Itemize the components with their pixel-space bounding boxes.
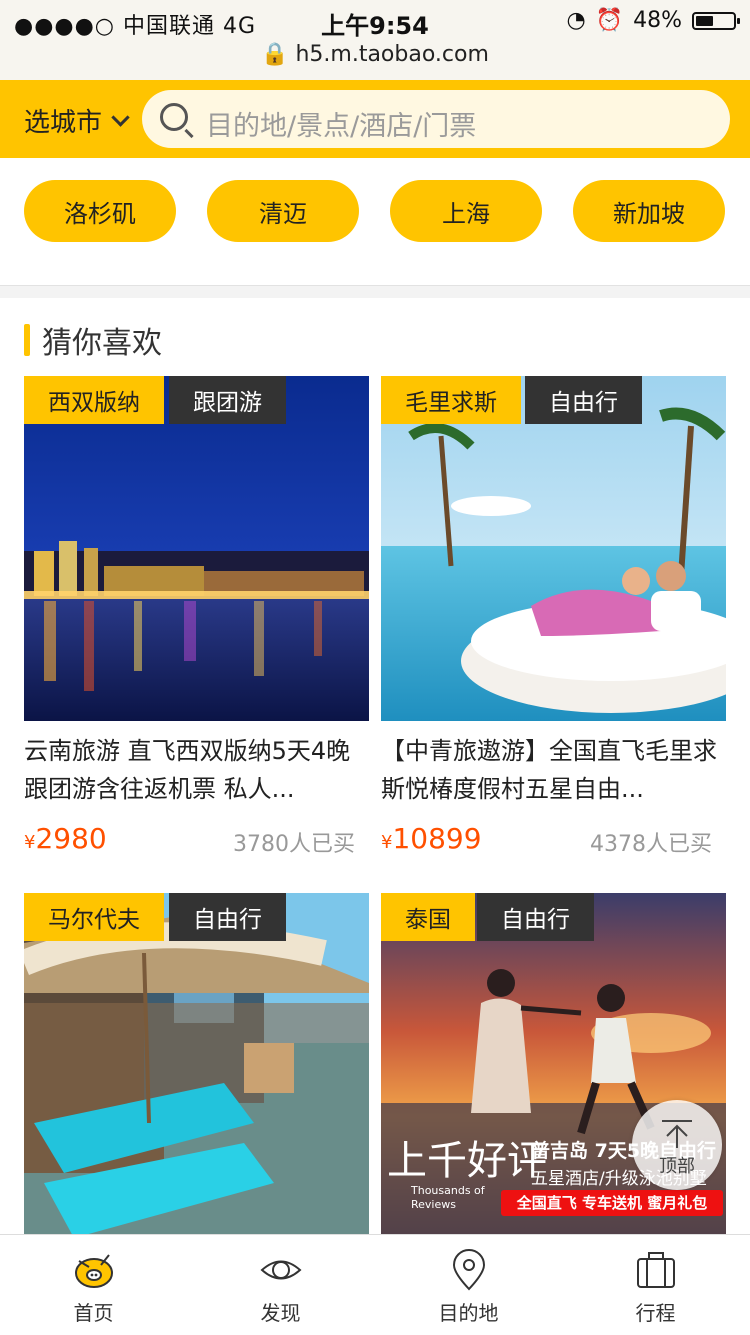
product-image-villa-deck[interactable]: 马尔代夫 自由行 (24, 893, 369, 1238)
top-bar: 选城市 目的地/景点/酒店/门票 (0, 80, 750, 158)
suitcase-icon (637, 1252, 675, 1288)
city-pill-luoshanji[interactable]: 洛杉矶 (24, 180, 176, 242)
search-icon (160, 103, 188, 131)
tab-destination[interactable]: 目的地 (375, 1235, 562, 1335)
status-icons: ◔ ⏰ 48% (566, 8, 740, 33)
promo-headline: 上千好评 (387, 1138, 547, 1184)
chevron-down-icon (111, 108, 130, 127)
product-card[interactable]: 马尔代夫 自由行 (24, 893, 369, 1238)
search-input[interactable]: 目的地/景点/酒店/门票 (142, 90, 730, 148)
promo-en-line1: Thousands of (411, 1184, 485, 1197)
tab-home[interactable]: 首页 (0, 1235, 187, 1335)
rotation-lock-icon: ◔ (566, 8, 586, 33)
promo-en-line2: Reviews (411, 1198, 456, 1211)
currency-symbol: ¥ (24, 832, 36, 853)
tab-label: 目的地 (438, 1301, 499, 1325)
search-placeholder: 目的地/景点/酒店/门票 (206, 111, 477, 142)
tab-label: 行程 (635, 1301, 676, 1325)
section-title: 猜你喜欢 (42, 326, 162, 361)
destination-tag: 马尔代夫 (24, 893, 164, 941)
battery-percent: 48% (633, 8, 682, 33)
tab-itinerary[interactable]: 行程 (562, 1235, 749, 1335)
section-accent-bar (24, 324, 30, 356)
city-selector[interactable]: 选城市 (24, 102, 130, 139)
recommend-section: 猜你喜欢 西双版纳 跟团游 云南旅游 直飞西双版纳5天4晚跟团游含往返机票 私人… (0, 298, 750, 1334)
product-price: ¥10899 (381, 822, 482, 855)
trip-type-tag: 自由行 (477, 893, 594, 941)
tab-discover[interactable]: 发现 (187, 1235, 374, 1335)
product-title[interactable]: 【中青旅遨游】全国直飞毛里求斯悦椿度假村五星自由... (381, 732, 726, 808)
product-card[interactable]: 西双版纳 跟团游 云南旅游 直飞西双版纳5天4晚跟团游含往返机票 私人... ¥… (24, 376, 369, 876)
trip-type-tag: 自由行 (525, 376, 642, 424)
arrow-up-icon (662, 1120, 692, 1148)
product-image-pool-couple[interactable]: 毛里求斯 自由行 (381, 376, 726, 721)
status-bar: ●●●●○ 中国联通 4G 上午9:54 ◔ ⏰ 48% 🔒 h5.m.taob… (0, 0, 750, 80)
location-pin-icon (452, 1249, 486, 1291)
bottom-tab-bar: 首页 发现 目的地 行程 (0, 1234, 750, 1335)
city-pill-shanghai[interactable]: 上海 (390, 180, 542, 242)
city-pill-qingmai[interactable]: 清迈 (207, 180, 359, 242)
tab-label: 发现 (260, 1301, 301, 1325)
eye-icon (260, 1260, 302, 1280)
currency-symbol: ¥ (381, 832, 393, 853)
section-header: 猜你喜欢 (24, 318, 162, 362)
trip-type-tag: 跟团游 (169, 376, 286, 424)
alarm-icon: ⏰ (595, 8, 624, 33)
home-icon (75, 1254, 113, 1288)
product-image-night-city[interactable]: 西双版纳 跟团游 (24, 376, 369, 721)
sold-count: 3780人已买 (233, 832, 355, 857)
product-price: ¥2980 (24, 822, 107, 855)
promo-badge: 全国直飞 专车送机 蜜月礼包 (501, 1190, 723, 1216)
back-to-top-label: 顶部 (659, 1156, 695, 1177)
hot-cities: 洛杉矶 清迈 上海 新加坡 (0, 158, 750, 286)
city-selector-label: 选城市 (24, 108, 103, 138)
sold-count: 4378人已买 (590, 832, 712, 857)
product-title[interactable]: 云南旅游 直飞西双版纳5天4晚跟团游含往返机票 私人... (24, 732, 369, 808)
battery-level (696, 15, 713, 26)
back-to-top-button[interactable]: 顶部 (632, 1100, 722, 1190)
battery-icon (692, 11, 740, 30)
price-value: 2980 (35, 822, 107, 855)
price-value: 10899 (392, 822, 482, 855)
destination-tag: 西双版纳 (24, 376, 164, 424)
destination-tag: 泰国 (381, 893, 475, 941)
tab-label: 首页 (73, 1301, 114, 1325)
destination-tag: 毛里求斯 (381, 376, 521, 424)
city-pill-singapore[interactable]: 新加坡 (573, 180, 725, 242)
trip-type-tag: 自由行 (169, 893, 286, 941)
product-card[interactable]: 毛里求斯 自由行 【中青旅遨游】全国直飞毛里求斯悦椿度假村五星自由... ¥10… (381, 376, 726, 876)
url-text: h5.m.taobao.com (295, 42, 489, 67)
url-bar[interactable]: 🔒 h5.m.taobao.com (0, 42, 750, 67)
